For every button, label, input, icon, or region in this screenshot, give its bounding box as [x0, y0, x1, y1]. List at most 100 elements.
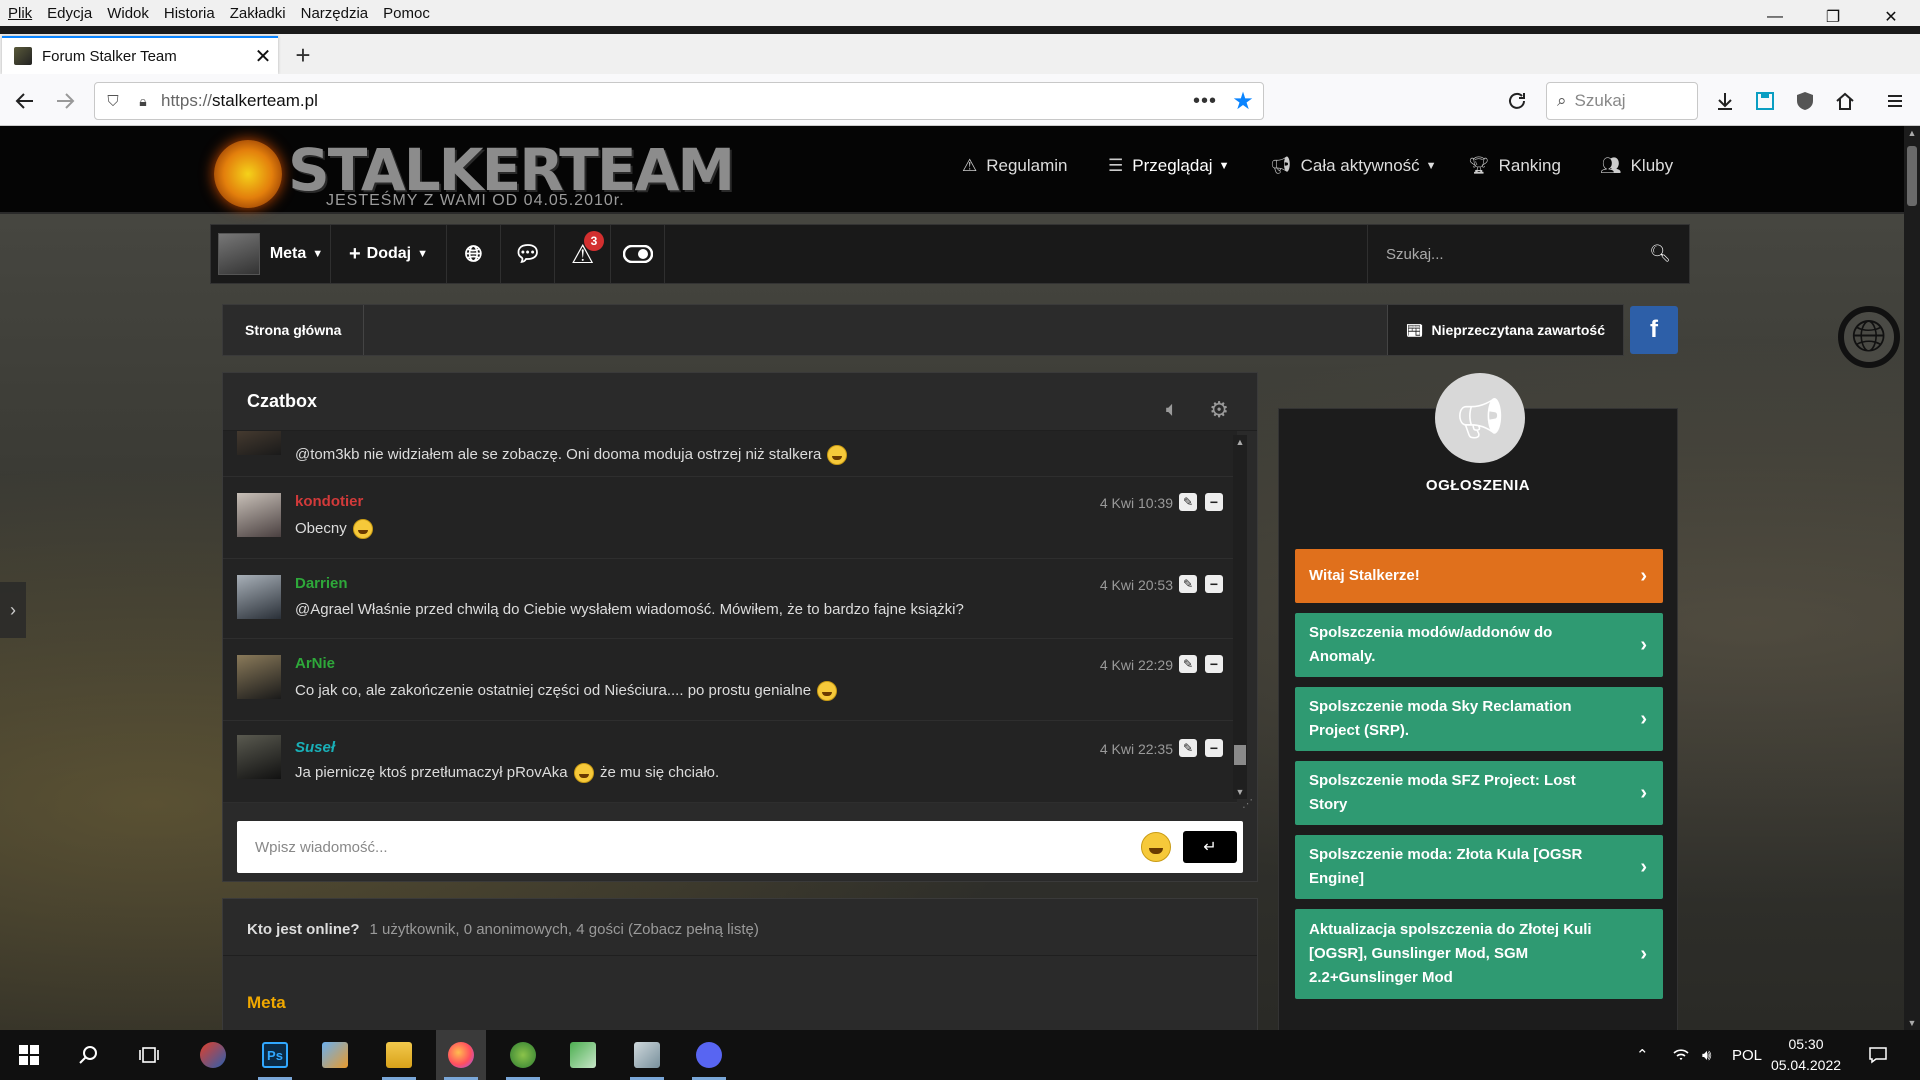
- task-view-button[interactable]: [124, 1030, 174, 1080]
- tracking-shield-icon[interactable]: ⛉: [95, 93, 131, 110]
- tab-forum-stalker-team[interactable]: Forum Stalker Team ✕: [2, 36, 278, 74]
- nav-ranking[interactable]: 🏆︎ Ranking: [1468, 156, 1561, 176]
- taskbar-app-media[interactable]: [310, 1030, 360, 1080]
- menu-bookmarks[interactable]: Zakładki: [230, 5, 286, 22]
- taskbar-app-explorer[interactable]: [374, 1030, 424, 1080]
- clock[interactable]: 05:30 05.04.2022: [1764, 1034, 1848, 1076]
- restore-button[interactable]: ❐: [1804, 0, 1862, 34]
- tab-close-button[interactable]: ✕: [248, 44, 278, 69]
- announcement-item[interactable]: Spolszczenie moda SFZ Project: Lost Stor…: [1295, 761, 1663, 825]
- url-text[interactable]: https://stalkerteam.pl: [155, 91, 1187, 111]
- add-menu[interactable]: + Dodaj ▼: [331, 225, 447, 283]
- menu-history[interactable]: Historia: [164, 5, 215, 22]
- announcement-item[interactable]: Witaj Stalkerze! ›: [1295, 549, 1663, 603]
- scroll-down-icon[interactable]: ▼: [1904, 1018, 1920, 1028]
- breadcrumb-home[interactable]: Strona główna: [223, 305, 365, 355]
- browser-search-box[interactable]: ⌕ Szukaj: [1546, 82, 1698, 120]
- send-button[interactable]: ↵: [1183, 831, 1237, 863]
- chat-user-name[interactable]: Suseł: [295, 739, 335, 756]
- announcement-item[interactable]: Aktualizacja spolszczenia do Złotej Kuli…: [1295, 909, 1663, 999]
- chat-message-input[interactable]: [255, 838, 1141, 856]
- chat-user-name[interactable]: Darrien: [295, 575, 348, 592]
- menu-view[interactable]: Widok: [107, 5, 149, 22]
- search-button[interactable]: [64, 1030, 114, 1080]
- new-tab-button[interactable]: +: [286, 38, 320, 72]
- taskbar-app-ccleaner[interactable]: [188, 1030, 238, 1080]
- announcement-item[interactable]: Spolszczenia modów/addonów do Anomaly. ›: [1295, 613, 1663, 677]
- address-bar[interactable]: ⛉ 🔒︎ https://stalkerteam.pl ••• ★: [94, 82, 1264, 120]
- chatbox-scrollbar[interactable]: ▲ ▼: [1233, 435, 1247, 799]
- close-window-button[interactable]: ✕: [1862, 0, 1920, 34]
- menu-edit[interactable]: Edycja: [47, 5, 92, 22]
- language-indicator[interactable]: POL: [1732, 1030, 1762, 1080]
- forward-button[interactable]: [48, 84, 82, 118]
- nav-przegladaj[interactable]: ☰ Przeglądaj ▼: [1108, 156, 1229, 176]
- sidebar-expand-arrow-icon[interactable]: ›: [0, 582, 26, 638]
- menu-tools[interactable]: Narzędzia: [301, 5, 369, 22]
- scrollbar-thumb[interactable]: [1907, 146, 1917, 206]
- edit-icon[interactable]: ✎: [1179, 493, 1197, 511]
- page-actions-button[interactable]: •••: [1187, 90, 1223, 113]
- nav-regulamin[interactable]: ⚠ Regulamin: [962, 156, 1068, 176]
- scroll-down-icon[interactable]: ▼: [1233, 787, 1247, 797]
- chat-user-name[interactable]: ArNie: [295, 655, 335, 672]
- user-menu[interactable]: Meta ▼: [211, 225, 331, 283]
- theme-toggle[interactable]: [611, 225, 665, 283]
- announcement-item[interactable]: Spolszczenie moda Sky Reclamation Projec…: [1295, 687, 1663, 751]
- wifi-icon[interactable]: [1672, 1030, 1690, 1080]
- notifications-icon[interactable]: [1868, 1030, 1888, 1080]
- home-button[interactable]: [1828, 84, 1862, 118]
- online-user-meta[interactable]: Meta: [247, 993, 286, 1013]
- menu-file[interactable]: Plik: [8, 5, 32, 22]
- minimize-button[interactable]: —: [1746, 0, 1804, 34]
- search-icon[interactable]: 🔍︎: [1649, 244, 1671, 264]
- scroll-up-icon[interactable]: ▲: [1904, 128, 1920, 138]
- volume-icon[interactable]: 🔊︎: [1702, 1030, 1711, 1080]
- lock-icon[interactable]: 🔒︎: [131, 93, 155, 110]
- bookmark-star-icon[interactable]: ★: [1223, 87, 1263, 116]
- resize-handle-icon[interactable]: ⋰: [1242, 797, 1253, 810]
- taskbar-app-discord[interactable]: [684, 1030, 734, 1080]
- taskbar-app-paint[interactable]: [622, 1030, 672, 1080]
- taskbar-app-firefox[interactable]: [436, 1030, 486, 1080]
- scroll-up-icon[interactable]: ▲: [1233, 437, 1247, 447]
- delete-icon[interactable]: −: [1205, 655, 1223, 673]
- downloads-button[interactable]: [1708, 84, 1742, 118]
- edit-icon[interactable]: ✎: [1179, 739, 1197, 757]
- sound-toggle-icon[interactable]: 🔈︎: [1166, 399, 1177, 420]
- nav-cala-aktywnosc[interactable]: 📢︎ Cała aktywność ▼: [1270, 156, 1437, 176]
- taskbar-app-globe[interactable]: [498, 1030, 548, 1080]
- save-page-button[interactable]: [1748, 84, 1782, 118]
- nav-kluby[interactable]: 👥︎ Kluby: [1600, 156, 1673, 176]
- start-button[interactable]: [4, 1030, 54, 1080]
- delete-icon[interactable]: −: [1205, 575, 1223, 593]
- delete-icon[interactable]: −: [1205, 739, 1223, 757]
- extension-button[interactable]: [1788, 84, 1822, 118]
- taskbar-app-image-editor[interactable]: [558, 1030, 608, 1080]
- chat-user-name[interactable]: kondotier: [295, 493, 363, 510]
- emoji-picker-icon[interactable]: [1141, 832, 1171, 862]
- announcement-item[interactable]: Spolszczenie moda: Złota Kula [OGSR Engi…: [1295, 835, 1663, 899]
- tray-chevron-up-icon[interactable]: ⌃: [1636, 1030, 1649, 1080]
- facebook-button[interactable]: f: [1630, 306, 1678, 354]
- scrollbar-thumb[interactable]: [1234, 745, 1246, 765]
- unread-content-link[interactable]: 📰︎ Nieprzeczytana zawartość: [1386, 305, 1623, 355]
- menu-help[interactable]: Pomoc: [383, 5, 430, 22]
- chatbox-messages[interactable]: @tom3kb nie widziałem ale se zobaczę. On…: [223, 431, 1237, 803]
- online-summary-text[interactable]: 1 użytkownik, 0 anonimowych, 4 gości (Zo…: [370, 921, 759, 938]
- menu-button[interactable]: [1878, 84, 1912, 118]
- notifications-button[interactable]: ⚠ 3: [555, 225, 611, 283]
- globe-button[interactable]: 🌐︎: [447, 225, 501, 283]
- reload-button[interactable]: [1500, 84, 1534, 118]
- language-globe-icon[interactable]: 🌐︎: [1838, 306, 1900, 368]
- delete-icon[interactable]: −: [1205, 493, 1223, 511]
- gear-icon[interactable]: ⚙: [1209, 397, 1229, 423]
- edit-icon[interactable]: ✎: [1179, 655, 1197, 673]
- site-search-input[interactable]: Szukaj... 🔍︎: [1367, 225, 1689, 283]
- back-button[interactable]: [8, 84, 42, 118]
- messages-button[interactable]: 💬︎: [501, 225, 555, 283]
- page-scrollbar[interactable]: ▲ ▼: [1904, 126, 1920, 1030]
- stalkerteam-logo[interactable]: STALKERTEAM JESTEŚMY Z WAMI OD 04.05.201…: [210, 136, 735, 212]
- taskbar-app-photoshop[interactable]: Ps: [250, 1030, 300, 1080]
- edit-icon[interactable]: ✎: [1179, 575, 1197, 593]
